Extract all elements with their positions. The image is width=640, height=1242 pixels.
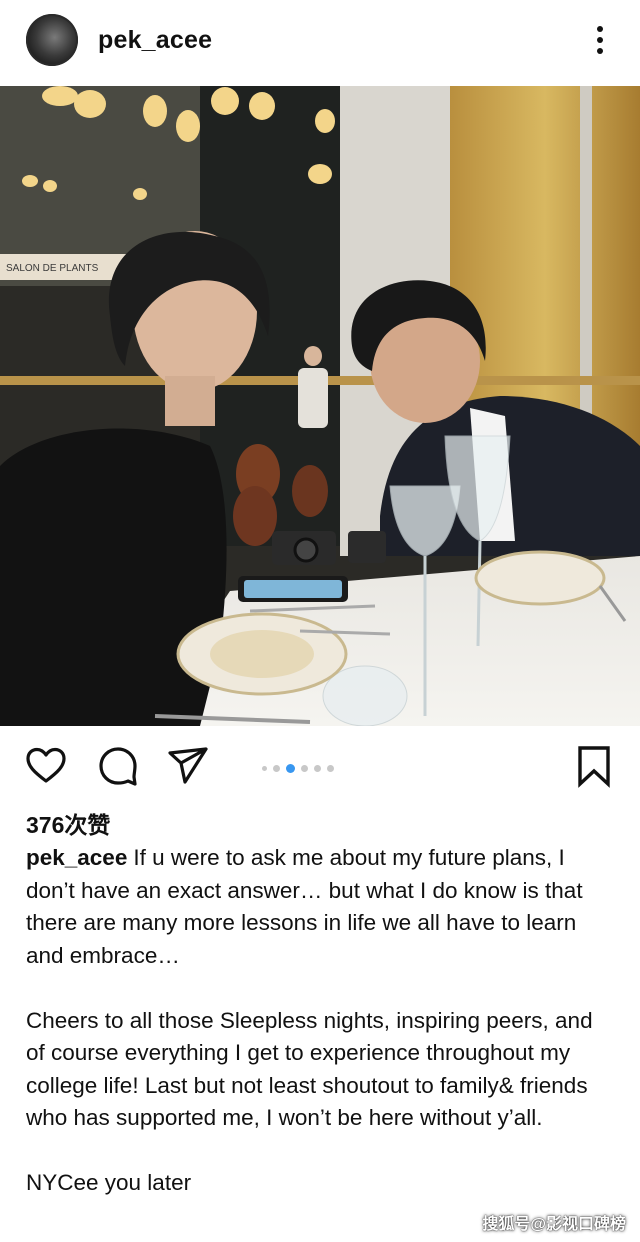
bookmark-icon[interactable] xyxy=(572,744,616,788)
send-icon[interactable] xyxy=(166,744,210,788)
caption-paragraph: pek_acee If u were to ask me about my fut… xyxy=(26,842,616,972)
avatar[interactable] xyxy=(26,14,78,66)
carousel-dot xyxy=(327,765,334,772)
carousel-dot xyxy=(273,765,280,772)
post-author-username[interactable]: pek_acee xyxy=(98,26,212,55)
carousel-dot xyxy=(301,765,308,772)
more-options-icon[interactable] xyxy=(586,22,614,58)
likes-count[interactable]: 376次赞 xyxy=(26,806,110,840)
caption-text-2: Cheers to all those Sleepless nights, in… xyxy=(26,1007,593,1131)
watermark: 搜狐号@影视口碑榜 xyxy=(482,1216,626,1233)
post-caption: pek_acee If u were to ask me about my fut… xyxy=(26,842,616,1200)
carousel-dot xyxy=(314,765,321,772)
carousel-dot-active xyxy=(286,764,295,773)
photo-illustration: SALON DE PLANTS xyxy=(0,86,640,726)
salon-sign: SALON DE PLANTS xyxy=(6,263,99,274)
heart-icon[interactable] xyxy=(24,744,68,788)
post-header: pek_acee xyxy=(0,0,640,84)
caption-username[interactable]: pek_acee xyxy=(26,845,127,870)
post-action-bar xyxy=(0,740,640,796)
carousel-dot xyxy=(262,766,267,771)
comment-icon[interactable] xyxy=(96,744,140,788)
post-photo[interactable]: SALON DE PLANTS xyxy=(0,86,640,726)
carousel-indicator xyxy=(262,764,334,773)
caption-text-3: NYCee you later xyxy=(26,1170,192,1195)
